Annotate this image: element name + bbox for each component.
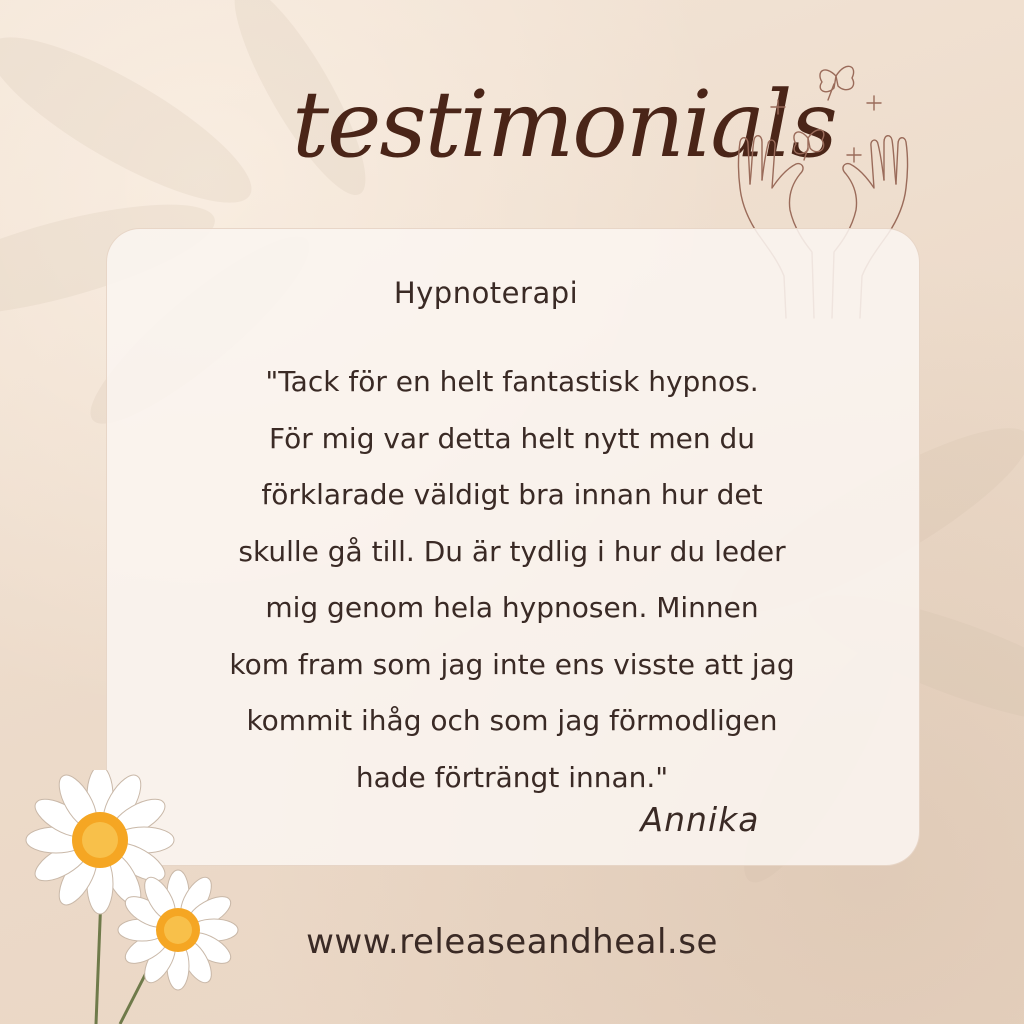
quote-line: mig genom hela hypnosen. Minnen bbox=[265, 591, 759, 624]
testimonial-author: Annika bbox=[640, 800, 760, 839]
page-title: testimonials bbox=[292, 71, 838, 178]
testimonial-quote: "Tack för en helt fantastisk hypnos. För… bbox=[185, 354, 839, 806]
website-link[interactable]: www.releaseandheal.se bbox=[260, 922, 764, 962]
quote-line: kommit ihåg och som jag förmodligen bbox=[246, 704, 778, 737]
quote-line: hade förträngt innan." bbox=[355, 760, 669, 794]
daisy-flowers-icon bbox=[25, 770, 239, 1024]
quote-line: förklarade väldigt bra innan hur det bbox=[261, 478, 763, 511]
quote-line: kom fram som jag inte ens visste att jag bbox=[229, 647, 795, 681]
quote-line: skulle gå till. Du är tydlig i hur du le… bbox=[238, 534, 786, 568]
quote-line: För mig var detta helt nytt men du bbox=[268, 421, 755, 455]
testimonial-category: Hypnoterapi bbox=[393, 276, 579, 310]
quote-line: "Tack för en helt fantastisk hypnos. bbox=[265, 365, 759, 398]
